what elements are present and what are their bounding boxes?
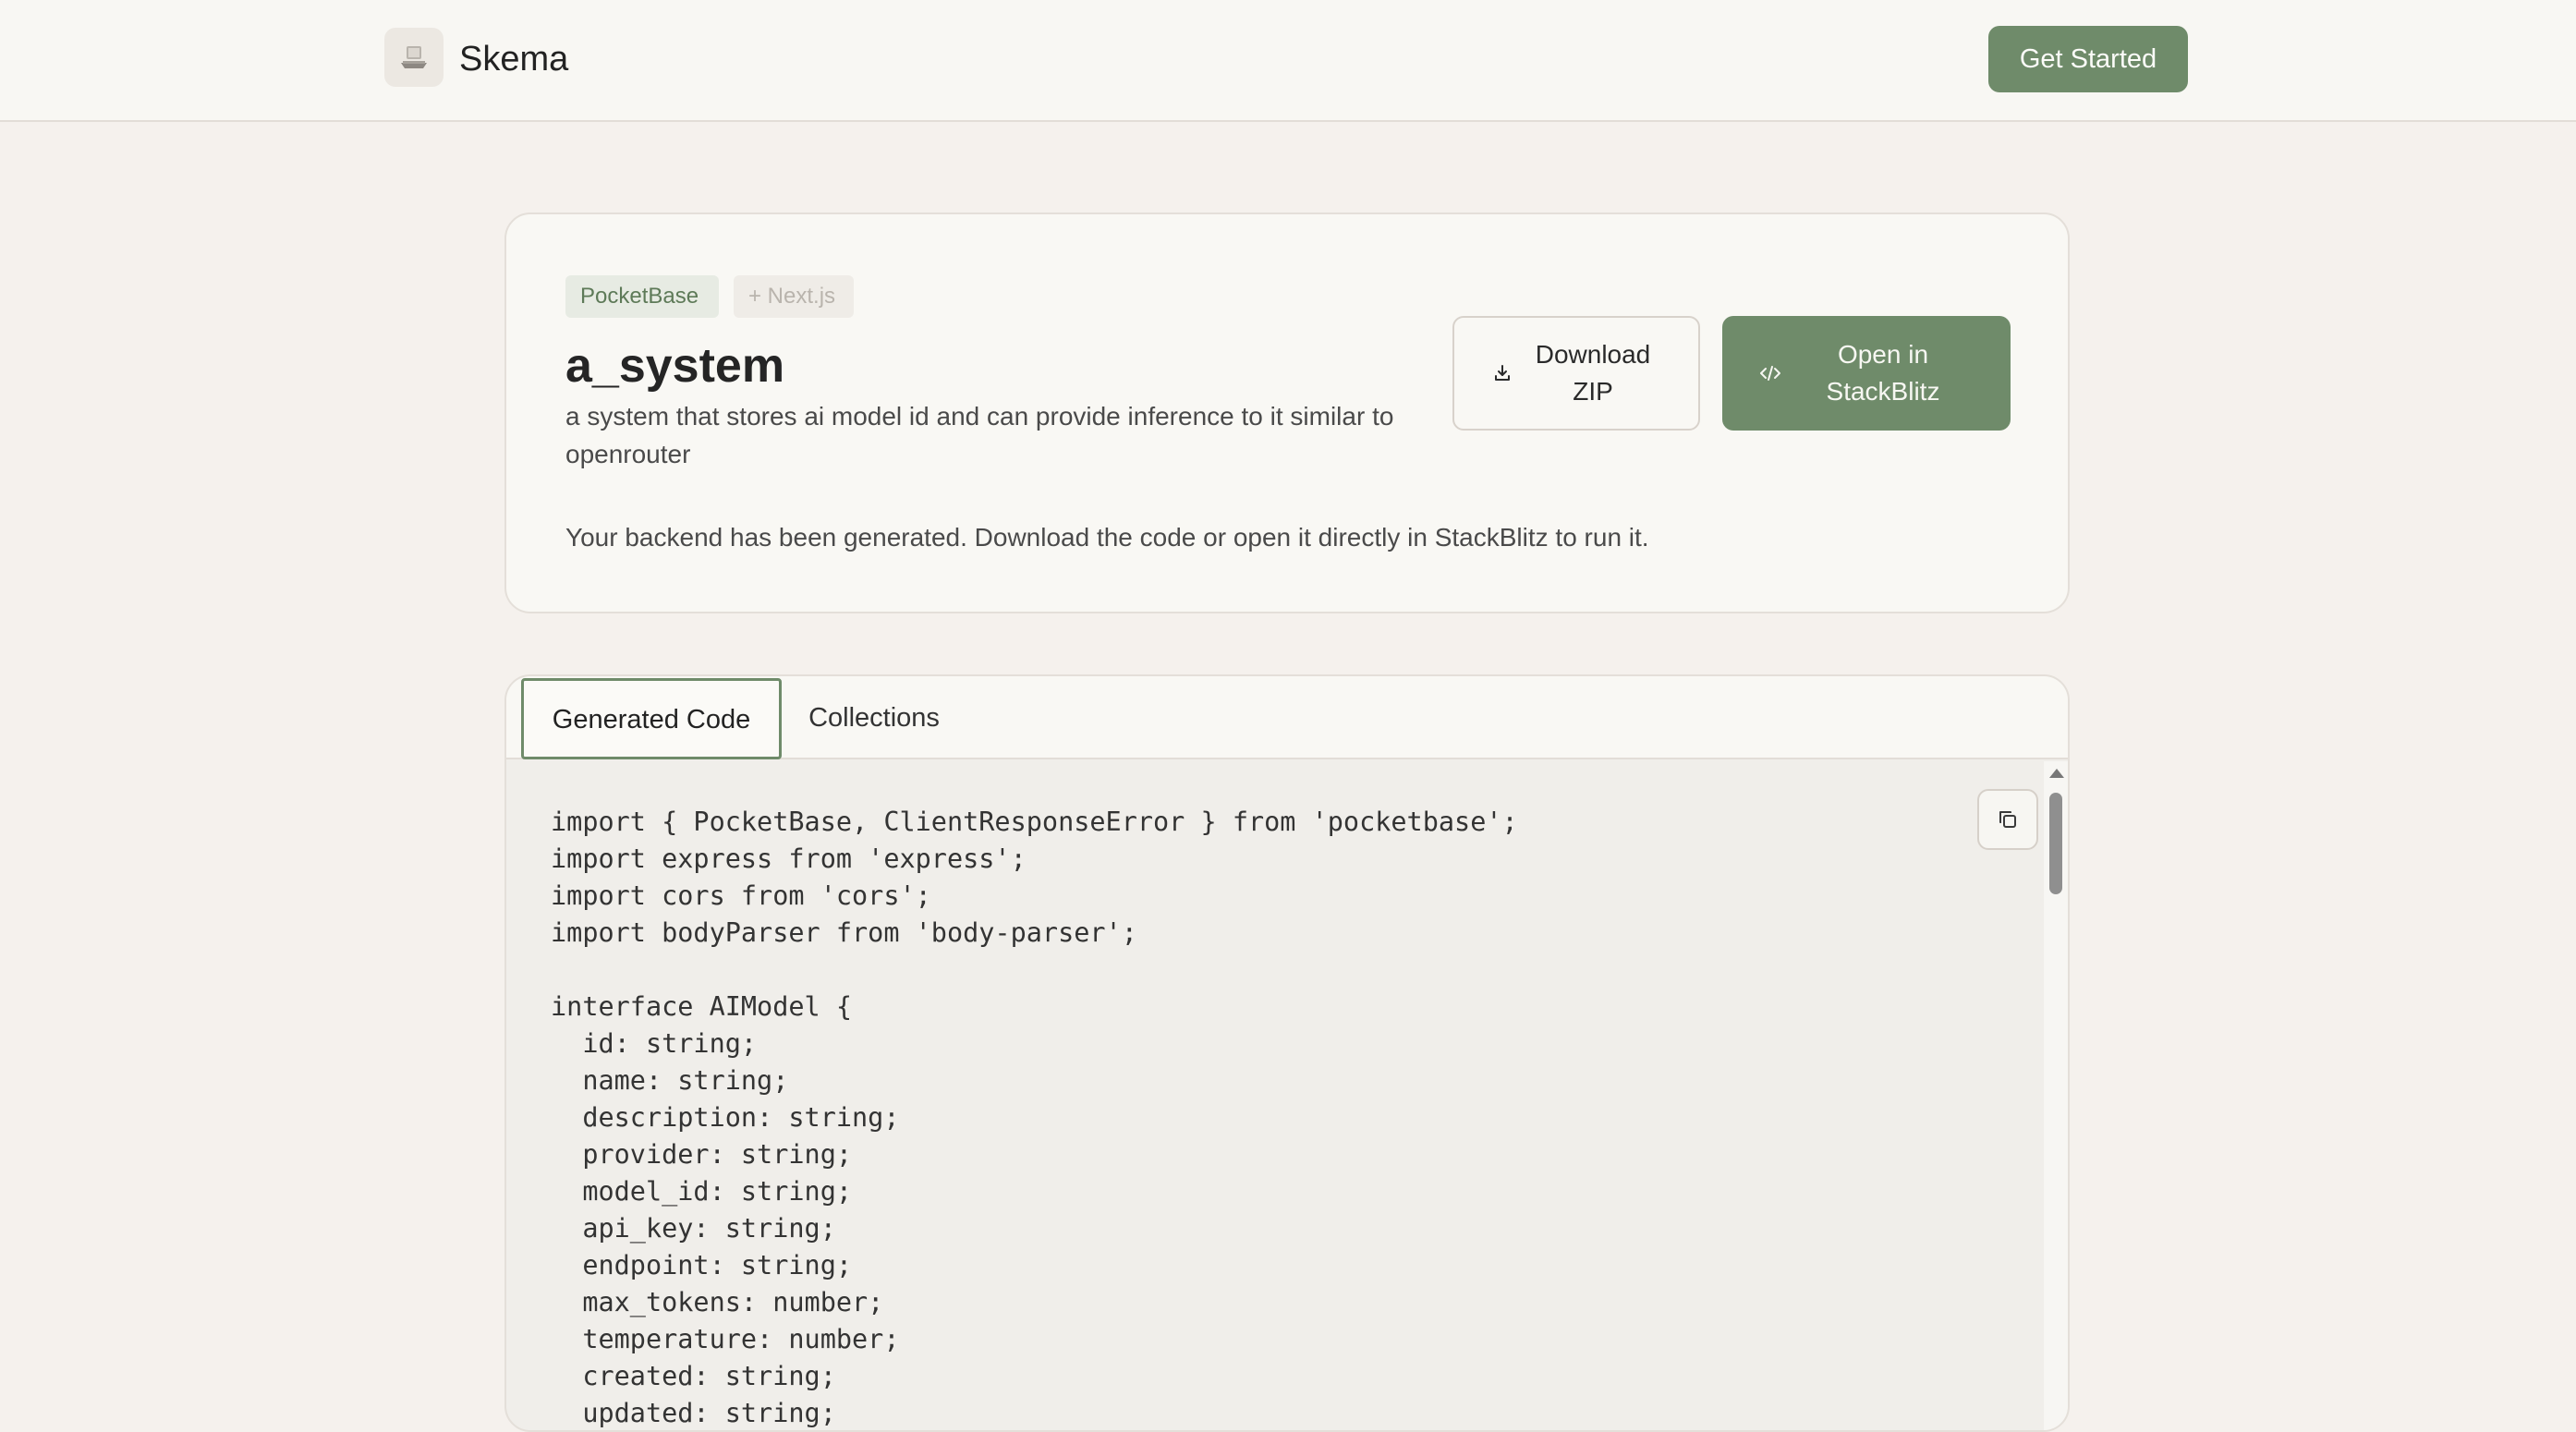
project-description: a system that stores ai model id and can…: [565, 402, 1394, 468]
scroll-up-arrow-icon[interactable]: [2049, 769, 2064, 778]
tag-pocketbase: PocketBase: [565, 275, 719, 318]
open-stackblitz-label: Open in StackBlitz: [1826, 340, 1940, 406]
download-zip-label: Download ZIP: [1535, 340, 1651, 406]
code-block[interactable]: import { PocketBase, ClientResponseError…: [551, 804, 1518, 1430]
project-title: a_system: [565, 339, 785, 393]
top-nav: Skema Get Started: [0, 0, 2576, 122]
download-zip-button[interactable]: Download ZIP: [1452, 316, 1700, 431]
get-started-button[interactable]: Get Started: [1988, 26, 2188, 92]
download-icon: [1491, 362, 1513, 384]
code-scrollbar[interactable]: [2044, 761, 2068, 1430]
tag-nextjs: + Next.js: [734, 275, 854, 318]
tab-bar: Generated Code Collections: [506, 676, 2068, 759]
code-panel: Generated Code Collections import { Pock…: [504, 674, 2070, 1432]
brand-name[interactable]: Skema: [459, 33, 568, 85]
tab-generated-code[interactable]: Generated Code: [521, 678, 782, 759]
open-stackblitz-button[interactable]: Open in StackBlitz: [1722, 316, 2011, 431]
tab-collections[interactable]: Collections: [800, 676, 948, 759]
laptop-icon: [401, 46, 427, 68]
scrollbar-thumb[interactable]: [2049, 793, 2062, 894]
generation-note: Your backend has been generated. Downloa…: [565, 523, 1649, 552]
logo[interactable]: [384, 28, 444, 87]
copy-code-button[interactable]: [1977, 789, 2038, 850]
project-card: PocketBase + Next.js a_system a system t…: [504, 212, 2070, 613]
copy-icon: [1999, 811, 2016, 828]
code-icon: [1759, 362, 1781, 384]
